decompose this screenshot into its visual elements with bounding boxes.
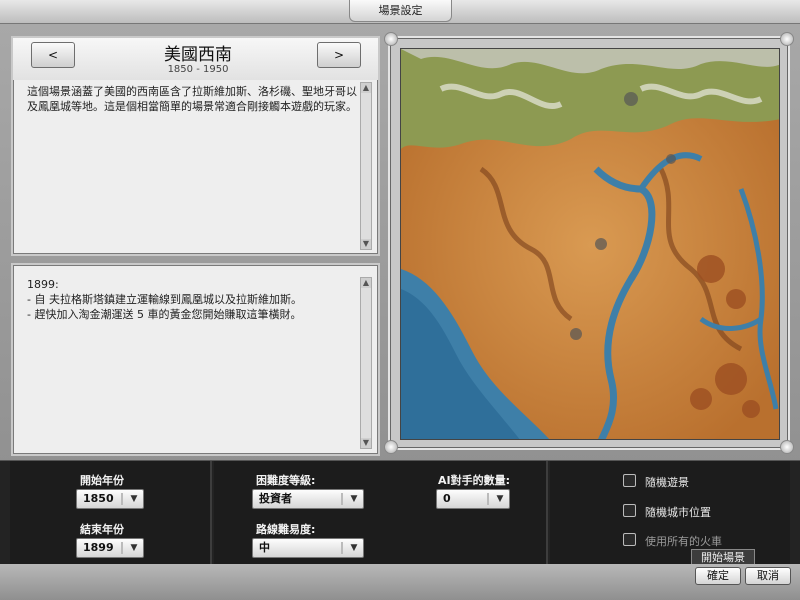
random-city-label: 隨機城市位置 [645,506,711,519]
track-difficulty-select[interactable]: 中 ▼ [252,538,364,558]
map-preview [400,48,780,440]
select-divider [487,493,489,505]
track-difficulty-value: 中 [259,541,270,554]
map-preview-frame [384,32,794,454]
chevron-down-icon: ▼ [130,494,138,504]
start-year-value: 1850 [83,492,114,505]
end-year-label: 結束年份 [80,523,124,536]
scenario-description: 這個場景涵蓋了美國的西南區含了拉斯維加斯、洛杉磯、聖地牙哥以及鳳凰城等地。這是個… [27,85,357,113]
year-settings-section: 開始年份 1850 ▼ 結束年份 1899 ▼ [10,461,212,565]
cancel-button[interactable]: 取消 [745,567,791,585]
ai-count-value: 0 [443,492,451,505]
scroll-down-icon[interactable]: ▼ [361,438,371,448]
goals-text: 1899: - 自 夫拉格斯塔鎮建立運輸線到鳳凰城以及拉斯維加斯。 - 趕快加入… [27,277,357,322]
scenario-header: < 美國西南 1850 - 1950 > [13,38,378,80]
all-trains-checkbox[interactable] [623,533,636,546]
all-trains-label: 使用所有的火車 [645,535,722,548]
scenario-description-panel: < 美國西南 1850 - 1950 > 這個場景涵蓋了美國的西南區含了拉斯維加… [11,36,380,256]
footer-bar: 確定 取消 [0,564,800,600]
next-scenario-button[interactable]: > [317,42,361,68]
window-title: 場景設定 [349,0,452,22]
settings-bar: 開始年份 1850 ▼ 結束年份 1899 ▼ 困難度等級: 投資者 ▼ 路線難… [0,460,800,565]
frame-corner-ornament [780,440,794,454]
goals-year: 1899: [27,278,59,291]
chevron-down-icon: ▼ [130,543,138,553]
random-scenario-label: 隨機遊景 [645,476,689,489]
scenario-years: 1850 - 1950 [167,64,229,75]
scroll-up-icon[interactable]: ▲ [361,278,371,288]
description-scrollbar[interactable]: ▲ ▼ [360,82,372,250]
difficulty-label: 困難度等級: [256,474,316,487]
start-year-label: 開始年份 [80,474,124,487]
difficulty-settings-section: 困難度等級: 投資者 ▼ 路線難易度: 中 ▼ AI對手的數量: 0 ▼ [214,461,548,565]
select-divider [341,542,343,554]
scenario-title: 美國西南 [164,45,232,65]
select-divider [121,542,123,554]
track-difficulty-label: 路線難易度: [256,523,316,536]
chevron-down-icon: ▼ [350,494,358,504]
ok-button[interactable]: 確定 [695,567,741,585]
random-city-checkbox[interactable] [623,504,636,517]
ai-count-select[interactable]: 0 ▼ [436,489,510,509]
select-divider [121,493,123,505]
scenario-goals-panel: 1899: - 自 夫拉格斯塔鎮建立運輸線到鳳凰城以及拉斯維加斯。 - 趕快加入… [11,263,380,456]
scroll-up-icon[interactable]: ▲ [361,83,371,93]
frame-corner-ornament [384,32,398,46]
select-divider [341,493,343,505]
random-scenario-checkbox[interactable] [623,474,636,487]
difficulty-select[interactable]: 投資者 ▼ [252,489,364,509]
scroll-down-icon[interactable]: ▼ [361,239,371,249]
chevron-down-icon: ▼ [496,494,504,504]
goal-item: - 自 夫拉格斯塔鎮建立運輸線到鳳凰城以及拉斯維加斯。 [27,293,302,306]
goal-item: - 趕快加入淘金潮運送 5 車的黃金您開始賺取這筆橫財。 [27,308,302,321]
chevron-down-icon: ▼ [350,543,358,553]
ai-count-label: AI對手的數量: [438,474,511,487]
frame-corner-ornament [384,440,398,454]
frame-corner-ornament [780,32,794,46]
goals-scrollbar[interactable]: ▲ ▼ [360,277,372,449]
end-year-select[interactable]: 1899 ▼ [76,538,144,558]
start-year-select[interactable]: 1850 ▼ [76,489,144,509]
terrain-map [401,49,779,439]
prev-scenario-button[interactable]: < [31,42,75,68]
difficulty-value: 投資者 [259,492,292,505]
end-year-value: 1899 [83,541,114,554]
